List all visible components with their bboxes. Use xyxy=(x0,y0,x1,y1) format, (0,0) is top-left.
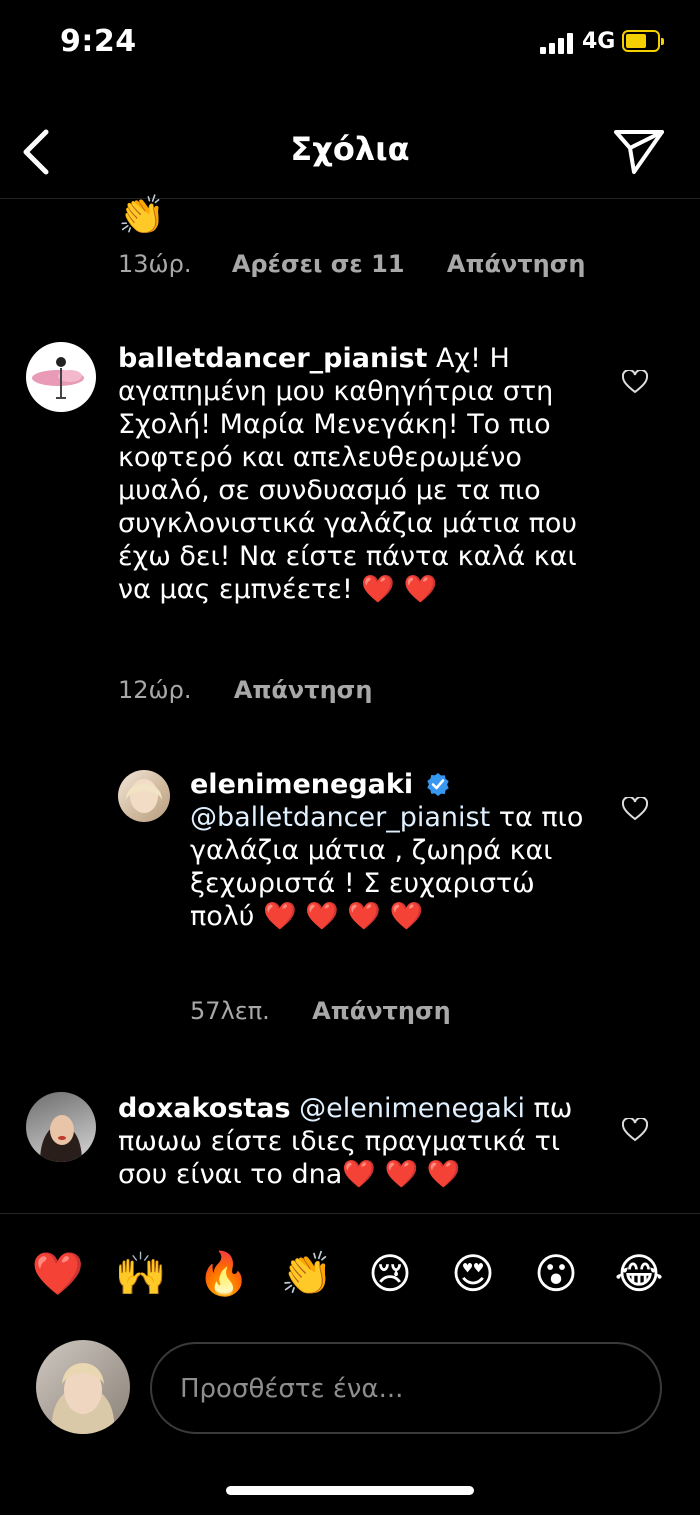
comment-text: Αχ! Η αγαπημένη μου καθηγήτρια στη Σχολή… xyxy=(118,343,578,605)
comment-time: 57λεπ. xyxy=(190,997,270,1025)
reaction-clap[interactable]: 👏 xyxy=(277,1246,337,1302)
reply-body: elenimenegaki @balletdancer_pianist τα π… xyxy=(190,768,590,933)
quick-reactions-bar: ❤️ 🙌 🔥 👏 😢 😍 😮 😂 xyxy=(0,1246,700,1306)
reaction-heart[interactable]: ❤️ xyxy=(28,1246,88,1302)
reaction-surprised[interactable]: 😮 xyxy=(526,1246,586,1302)
mention-link[interactable]: @elenimenegaki xyxy=(299,1093,525,1124)
composer-divider xyxy=(0,1213,700,1214)
comment-input[interactable] xyxy=(178,1366,622,1412)
comment-time: 12ώρ. xyxy=(118,676,192,704)
avatar[interactable] xyxy=(26,1092,96,1162)
verified-badge-icon xyxy=(426,773,449,796)
reaction-cry[interactable]: 😢 xyxy=(360,1246,420,1302)
send-icon[interactable] xyxy=(612,126,666,176)
like-heart-icon[interactable] xyxy=(622,797,648,821)
comment-username[interactable]: doxakostas xyxy=(118,1093,291,1124)
battery-icon xyxy=(622,30,664,52)
header-divider xyxy=(0,198,700,199)
network-label: 4G xyxy=(582,29,616,54)
prev-comment-time: 13ώρ. xyxy=(118,250,192,278)
like-heart-icon[interactable] xyxy=(622,370,648,394)
ballet-avatar-icon xyxy=(32,357,84,399)
prev-comment-meta: 13ώρ. Αρέσει σε 11 Απάντηση xyxy=(118,250,585,278)
signal-icon xyxy=(540,32,576,54)
page-title: Σχόλια xyxy=(290,130,410,168)
user-avatar-icon xyxy=(126,779,162,813)
prev-comment-reply[interactable]: Απάντηση xyxy=(447,250,586,278)
home-indicator[interactable] xyxy=(226,1486,474,1495)
comment-composer[interactable] xyxy=(150,1342,662,1434)
comment-body: balletdancer_pianist Αχ! Η αγαπημένη μου… xyxy=(118,342,588,606)
avatar[interactable] xyxy=(26,342,96,412)
user-avatar-icon xyxy=(40,1115,82,1162)
comment-username[interactable]: balletdancer_pianist xyxy=(118,343,427,374)
reply-button[interactable]: Απάντηση xyxy=(234,676,373,704)
user-avatar-icon xyxy=(51,1363,115,1434)
comment-username[interactable]: elenimenegaki xyxy=(190,769,413,800)
comment-meta: 12ώρ. Απάντηση xyxy=(118,676,372,704)
avatar[interactable] xyxy=(118,770,170,822)
prev-comment-likes[interactable]: Αρέσει σε 11 xyxy=(232,250,405,278)
reaction-heart-eyes[interactable]: 😍 xyxy=(443,1246,503,1302)
like-heart-icon[interactable] xyxy=(622,1118,648,1142)
reaction-fire[interactable]: 🔥 xyxy=(194,1246,254,1302)
reaction-laughing[interactable]: 😂 xyxy=(609,1246,669,1302)
reaction-raised-hands[interactable]: 🙌 xyxy=(111,1246,171,1302)
status-time: 9:24 xyxy=(60,24,137,59)
reply-button[interactable]: Απάντηση xyxy=(312,997,451,1025)
mention-link[interactable]: @balletdancer_pianist xyxy=(190,802,490,833)
current-user-avatar[interactable] xyxy=(36,1340,130,1434)
prev-comment-emoji: 👏 xyxy=(118,193,166,237)
reply-meta: 57λεπ. Απάντηση xyxy=(190,997,451,1025)
comment-body: doxakostas @elenimenegaki πω πωωω είστε … xyxy=(118,1092,598,1191)
